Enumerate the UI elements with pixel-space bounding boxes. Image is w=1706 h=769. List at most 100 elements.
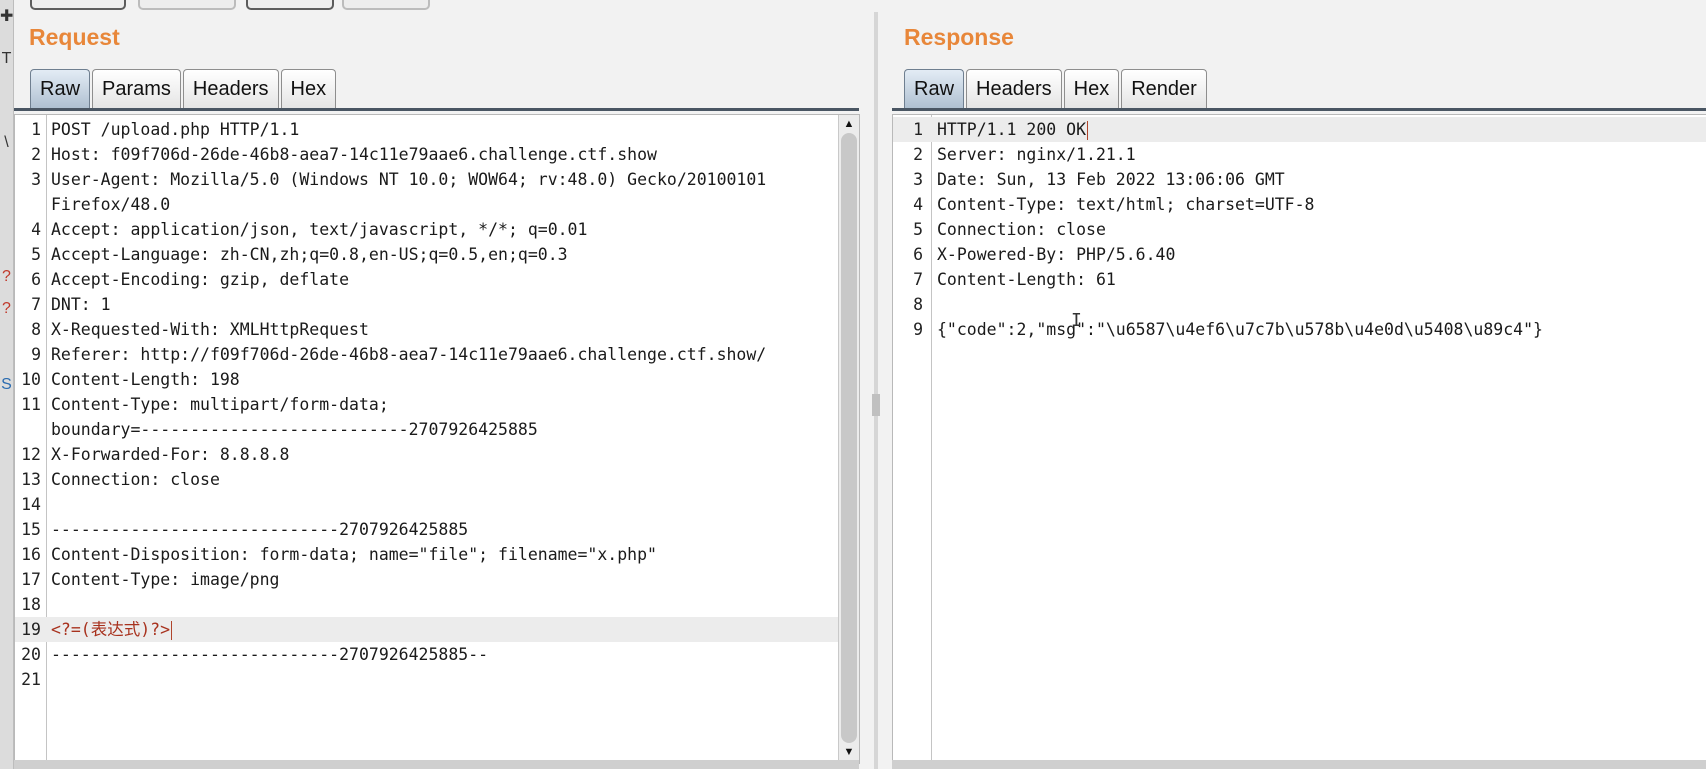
- response-line[interactable]: 6 X-Powered-By: PHP/5.6.40: [893, 242, 1706, 267]
- response-line[interactable]: 7 Content-Length: 61: [893, 267, 1706, 292]
- tab-request-hex[interactable]: Hex: [280, 69, 337, 109]
- line-number: 21: [21, 670, 41, 689]
- request-line[interactable]: 14: [15, 492, 859, 517]
- line-text: Content-Type: image/png: [51, 570, 280, 589]
- toolbar-glyph: ✚: [0, 8, 14, 25]
- request-line[interactable]: 12 X-Forwarded-For: 8.8.8.8: [15, 442, 859, 467]
- line-number: 14: [21, 495, 41, 514]
- response-line[interactable]: 8: [893, 292, 1706, 317]
- request-line[interactable]: 9 Referer: http://f09f706d-26de-46b8-aea7…: [15, 342, 859, 367]
- request-line[interactable]: 11 Content-Type: multipart/form-data;: [15, 392, 859, 417]
- request-line[interactable]: 6 Accept-Encoding: gzip, deflate: [15, 267, 859, 292]
- line-text: X-Powered-By: PHP/5.6.40: [937, 245, 1176, 264]
- request-line[interactable]: 20 -----------------------------270792642…: [15, 642, 859, 667]
- tab-request-raw[interactable]: Raw: [30, 69, 91, 109]
- line-text: Content-Length: 61: [937, 270, 1116, 289]
- request-line[interactable]: 13 Connection: close: [15, 467, 859, 492]
- request-line[interactable]: 5 Accept-Language: zh-CN,zh;q=0.8,en-US;q…: [15, 242, 859, 267]
- response-line[interactable]: 9 {"code":2,"msg":"\u6587\u4ef6\u7c7b\u57…: [893, 317, 1706, 342]
- request-line[interactable]: 8 X-Requested-With: XMLHttpRequest: [15, 317, 859, 342]
- request-title: Request: [29, 24, 120, 50]
- scroll-down-icon[interactable]: ▼: [839, 745, 859, 759]
- response-line[interactable]: 5 Connection: close: [893, 217, 1706, 242]
- text-cursor-icon: I: [1071, 310, 1082, 331]
- line-text: POST /upload.php HTTP/1.1: [51, 120, 300, 139]
- line-text: User-Agent: Mozilla/5.0 (Windows NT 10.0…: [51, 170, 767, 189]
- request-line[interactable]: Firefox/48.0: [15, 192, 859, 217]
- response-editor[interactable]: 1 HTTP/1.1 200 OK 2 Server: nginx/1.21.1 3 Da…: [892, 114, 1706, 764]
- text-caret: [1087, 121, 1089, 140]
- request-line[interactable]: 16 Content-Disposition: form-data; name="…: [15, 542, 859, 567]
- line-number: 20: [21, 645, 41, 664]
- line-text: Server: nginx/1.21.1: [937, 145, 1136, 164]
- request-editor[interactable]: 1 POST /upload.php HTTP/1.1 2 Host: f09f706…: [14, 114, 860, 764]
- request-scrollbar-thumb[interactable]: [841, 133, 857, 743]
- toolbar-glyph: T: [1, 50, 12, 67]
- request-scrollbar[interactable]: ▲ ▼: [838, 115, 859, 763]
- line-number: 10: [21, 370, 41, 389]
- request-line[interactable]: 4 Accept: application/json, text/javascri…: [15, 217, 859, 242]
- request-line[interactable]: 15 -----------------------------270792642…: [15, 517, 859, 542]
- line-text: X-Requested-With: XMLHttpRequest: [51, 320, 369, 339]
- line-number: 5: [913, 220, 923, 239]
- request-line[interactable]: 1 POST /upload.php HTTP/1.1: [15, 117, 859, 142]
- line-number: 4: [31, 220, 41, 239]
- line-number: 1: [31, 120, 41, 139]
- request-line[interactable]: 18: [15, 592, 859, 617]
- response-bottom-bar: [892, 760, 1706, 769]
- request-line[interactable]: 21: [15, 667, 859, 692]
- line-text: Accept-Encoding: gzip, deflate: [51, 270, 350, 289]
- tab-response-headers[interactable]: Headers: [966, 69, 1062, 109]
- tab-request-params[interactable]: Params: [92, 69, 181, 109]
- request-line[interactable]: 10 Content-Length: 198: [15, 367, 859, 392]
- line-number: 3: [31, 170, 41, 189]
- panel-divider[interactable]: [874, 12, 878, 769]
- line-number: 7: [913, 270, 923, 289]
- toolbar-glyph: \: [4, 134, 9, 151]
- line-number: 16: [21, 545, 41, 564]
- divider-grip-handle[interactable]: [872, 394, 880, 416]
- response-line[interactable]: 4 Content-Type: text/html; charset=UTF-8: [893, 192, 1706, 217]
- line-number: 9: [913, 320, 923, 339]
- line-text: Firefox/48.0: [51, 195, 171, 214]
- tab-response-raw[interactable]: Raw: [904, 69, 965, 109]
- toolbar-glyph: S: [1, 376, 12, 393]
- line-text: DNT: 1: [51, 295, 111, 314]
- line-number: 9: [31, 345, 41, 364]
- line-number: 15: [21, 520, 41, 539]
- response-tab-underline: [892, 108, 1706, 111]
- line-text: boundary=---------------------------2707…: [51, 420, 538, 439]
- request-line[interactable]: 17 Content-Type: image/png: [15, 567, 859, 592]
- request-line[interactable]: 7 DNT: 1: [15, 292, 859, 317]
- request-tabs: Raw Params Headers Hex: [30, 69, 338, 110]
- line-text: HTTP/1.1 200 OK: [937, 120, 1089, 140]
- request-line[interactable]: 3 User-Agent: Mozilla/5.0 (Windows NT 10.…: [15, 167, 859, 192]
- request-line[interactable]: boundary=---------------------------2707…: [15, 417, 859, 442]
- line-text: Content-Disposition: form-data; name="fi…: [51, 545, 657, 564]
- line-text: Referer: http://f09f706d-26de-46b8-aea7-…: [51, 345, 767, 364]
- line-text: Content-Type: multipart/form-data;: [51, 395, 389, 414]
- line-text: Connection: close: [51, 470, 220, 489]
- toolbar-button-4[interactable]: [342, 0, 430, 10]
- line-number: 12: [21, 445, 41, 464]
- response-line[interactable]: 3 Date: Sun, 13 Feb 2022 13:06:06 GMT: [893, 167, 1706, 192]
- line-number: 19: [21, 620, 41, 639]
- toolbar-button-1[interactable]: [30, 0, 126, 10]
- line-number: 1: [913, 120, 923, 139]
- request-line[interactable]: 2 Host: f09f706d-26de-46b8-aea7-14c11e79a…: [15, 142, 859, 167]
- scroll-up-icon[interactable]: ▲: [839, 117, 859, 131]
- tab-response-hex[interactable]: Hex: [1063, 69, 1120, 109]
- toolbar-button-3[interactable]: [246, 0, 334, 10]
- request-line[interactable]: 19 <?=(表达式)?>: [15, 617, 859, 642]
- tab-response-render[interactable]: Render: [1121, 69, 1207, 109]
- tab-request-headers[interactable]: Headers: [182, 69, 279, 109]
- line-number: 2: [31, 145, 41, 164]
- line-text: Accept-Language: zh-CN,zh;q=0.8,en-US;q=…: [51, 245, 568, 264]
- line-text: Host: f09f706d-26de-46b8-aea7-14c11e79aa…: [51, 145, 657, 164]
- line-number: 6: [31, 270, 41, 289]
- line-number: 6: [913, 245, 923, 264]
- response-line[interactable]: 2 Server: nginx/1.21.1: [893, 142, 1706, 167]
- response-line[interactable]: 1 HTTP/1.1 200 OK: [893, 117, 1706, 142]
- toolbar-button-2[interactable]: [138, 0, 236, 10]
- line-text: X-Forwarded-For: 8.8.8.8: [51, 445, 290, 464]
